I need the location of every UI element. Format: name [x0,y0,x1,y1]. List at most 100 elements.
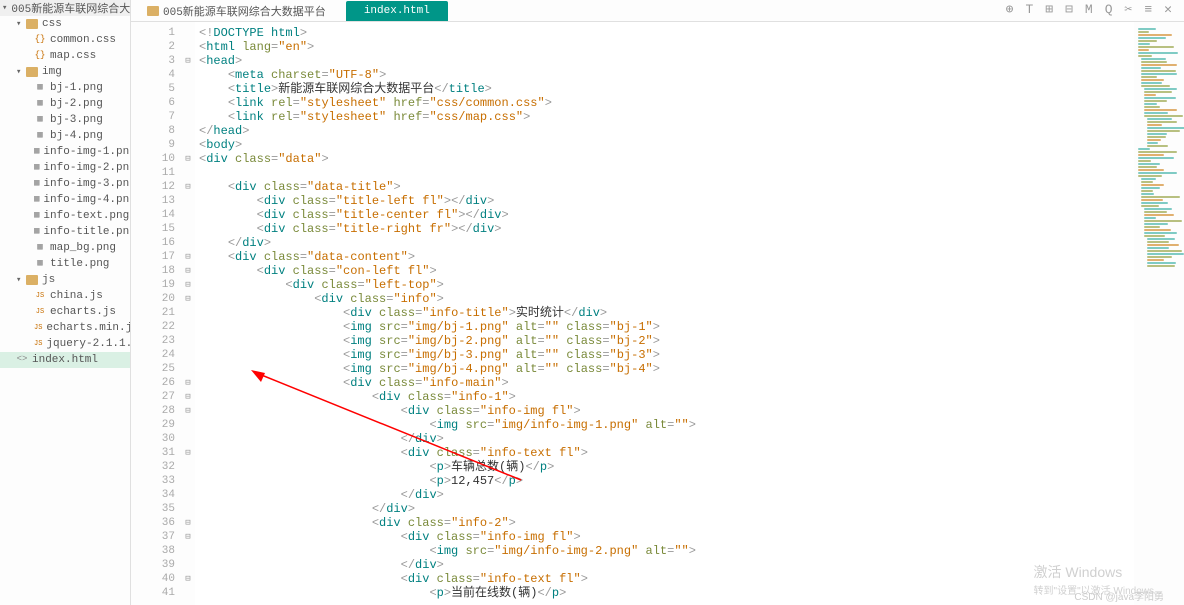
code-line[interactable]: <link rel="stylesheet" href="css/common.… [199,96,1134,110]
fold-marker[interactable]: ⊟ [181,530,195,544]
code-line[interactable]: <p>当前在线数(辆)</p> [199,586,1134,600]
tree-file[interactable]: echarts.js [0,304,130,320]
tree-file[interactable]: title.png [0,256,130,272]
code-line[interactable]: <div class="info-main"> [199,376,1134,390]
toolbar-icon-0[interactable]: ⊕ [1004,2,1016,17]
code-line[interactable]: <div class="info-img fl"> [199,530,1134,544]
minimap-line [1138,175,1162,177]
code-line[interactable]: <div class="data-title"> [199,180,1134,194]
tree-file[interactable]: bj-3.png [0,112,130,128]
tree-file[interactable]: map.css [0,48,130,64]
tree-file[interactable]: bj-4.png [0,128,130,144]
tree-folder-css[interactable]: ▾css [0,16,130,32]
breadcrumb-label: 005新能源车联网综合大数据平台 [163,3,326,19]
fold-marker[interactable]: ⊟ [181,278,195,292]
code-line[interactable]: </div> [199,488,1134,502]
fold-marker[interactable]: ⊟ [181,152,195,166]
code-line[interactable]: <img src="img/bj-1.png" alt="" class="bj… [199,320,1134,334]
fold-marker[interactable]: ⊟ [181,376,195,390]
code-line[interactable]: <p>12,457</p> [199,474,1134,488]
tree-file[interactable]: echarts.min.js [0,320,130,336]
fold-marker[interactable]: ⊟ [181,264,195,278]
minimap-line [1141,190,1153,192]
fold-marker[interactable]: ⊟ [181,572,195,586]
code-line[interactable]: </div> [199,236,1134,250]
toolbar-icon-2[interactable]: ⊞ [1043,2,1055,17]
code-line[interactable]: <div class="info-text fl"> [199,446,1134,460]
code-line[interactable]: <img src="img/bj-3.png" alt="" class="bj… [199,348,1134,362]
tree-file[interactable]: info-title.png [0,224,130,240]
tree-file[interactable]: china.js [0,288,130,304]
minimap[interactable] [1134,22,1184,605]
fold-marker [181,208,195,222]
toolbar-icon-4[interactable]: M [1083,2,1095,17]
code-line[interactable]: <p>车辆总数(辆)</p> [199,460,1134,474]
code-line[interactable]: <body> [199,138,1134,152]
fold-marker[interactable]: ⊟ [181,404,195,418]
tree-file[interactable]: info-img-2.png [0,160,130,176]
code-line[interactable]: <div class="data"> [199,152,1134,166]
fold-marker[interactable]: ⊟ [181,292,195,306]
code-line[interactable]: <html lang="en"> [199,40,1134,54]
code-line[interactable]: <img src="img/bj-2.png" alt="" class="bj… [199,334,1134,348]
fold-marker[interactable]: ⊟ [181,516,195,530]
code-line[interactable]: <div class="con-left fl"> [199,264,1134,278]
toolbar-icon-1[interactable]: T [1023,2,1035,17]
active-file-tab[interactable]: index.html [346,1,448,21]
tree-file[interactable]: common.css [0,32,130,48]
code-line[interactable]: <div class="title-right fr"></div> [199,222,1134,236]
code-line[interactable]: <div class="left-top"> [199,278,1134,292]
code-content[interactable]: <!DOCTYPE html><html lang="en"><head> <m… [195,22,1134,605]
code-line[interactable]: <title>新能源车联网综合大数据平台</title> [199,82,1134,96]
tree-file[interactable]: bj-1.png [0,80,130,96]
breadcrumb-tab[interactable]: 005新能源车联网综合大数据平台 [137,0,336,22]
code-line[interactable] [199,166,1134,180]
code-line[interactable]: <div class="title-center fl"></div> [199,208,1134,222]
toolbar-icon-7[interactable]: ≡ [1142,2,1154,17]
fold-marker[interactable]: ⊟ [181,180,195,194]
tree-folder-img[interactable]: ▾img [0,64,130,80]
code-line[interactable]: <img src="img/info-img-2.png" alt=""> [199,544,1134,558]
fold-marker[interactable]: ⊟ [181,250,195,264]
code-line[interactable]: <div class="info-1"> [199,390,1134,404]
toolbar-icon-3[interactable]: ⊟ [1063,2,1075,17]
fold-column[interactable]: ⊟⊟⊟⊟⊟⊟⊟⊟⊟⊟⊟⊟⊟⊟ [181,22,195,605]
fold-marker[interactable]: ⊟ [181,446,195,460]
code-line[interactable]: <div class="info-img fl"> [199,404,1134,418]
tree-root[interactable]: ▾ 005新能源车联网综合大... [0,0,130,16]
code-line[interactable]: <link rel="stylesheet" href="css/map.css… [199,110,1134,124]
tree-file[interactable]: bj-2.png [0,96,130,112]
code-line[interactable]: </div> [199,558,1134,572]
toolbar-icon-5[interactable]: Q [1103,2,1115,17]
code-line[interactable]: <div class="title-left fl"></div> [199,194,1134,208]
tree-folder-js[interactable]: ▾js [0,272,130,288]
file-tree[interactable]: ▾ 005新能源车联网综合大... ▾csscommon.cssmap.css▾… [0,0,131,605]
code-line[interactable]: <div class="info-2"> [199,516,1134,530]
code-line[interactable]: <img src="img/bj-4.png" alt="" class="bj… [199,362,1134,376]
code-line[interactable]: <div class="info"> [199,292,1134,306]
tree-file[interactable]: jquery-2.1.1.min.js [0,336,130,352]
tree-file[interactable]: map_bg.png [0,240,130,256]
fold-marker[interactable]: ⊟ [181,390,195,404]
tree-file[interactable]: info-text.png [0,208,130,224]
code-line[interactable]: </div> [199,502,1134,516]
tree-file[interactable]: info-img-3.png [0,176,130,192]
tree-file[interactable]: info-img-4.png [0,192,130,208]
code-line[interactable]: <head> [199,54,1134,68]
tree-file-index-html[interactable]: index.html [0,352,130,368]
code-line[interactable]: <meta charset="UTF-8"> [199,68,1134,82]
fold-marker [181,40,195,54]
toolbar-icon-8[interactable]: ✕ [1162,2,1174,17]
code-line[interactable]: <!DOCTYPE html> [199,26,1134,40]
code-line[interactable]: </head> [199,124,1134,138]
code-line[interactable]: <img src="img/info-img-1.png" alt=""> [199,418,1134,432]
code-line[interactable]: <div class="data-content"> [199,250,1134,264]
tree-file[interactable]: info-img-1.png [0,144,130,160]
fold-marker[interactable]: ⊟ [181,54,195,68]
code-line[interactable]: <div class="info-text fl"> [199,572,1134,586]
code-line[interactable]: </div> [199,432,1134,446]
toolbar-icon-6[interactable]: ✂ [1123,2,1135,17]
tabs-row: 005新能源车联网综合大数据平台 index.html ⊕ T ⊞ ⊟ MQ ✂ ≡ ✕ [131,0,1184,22]
editor-area[interactable]: 1234567891011121314151617181920212223242… [131,22,1184,605]
code-line[interactable]: <div class="info-title">实时统计</div> [199,306,1134,320]
